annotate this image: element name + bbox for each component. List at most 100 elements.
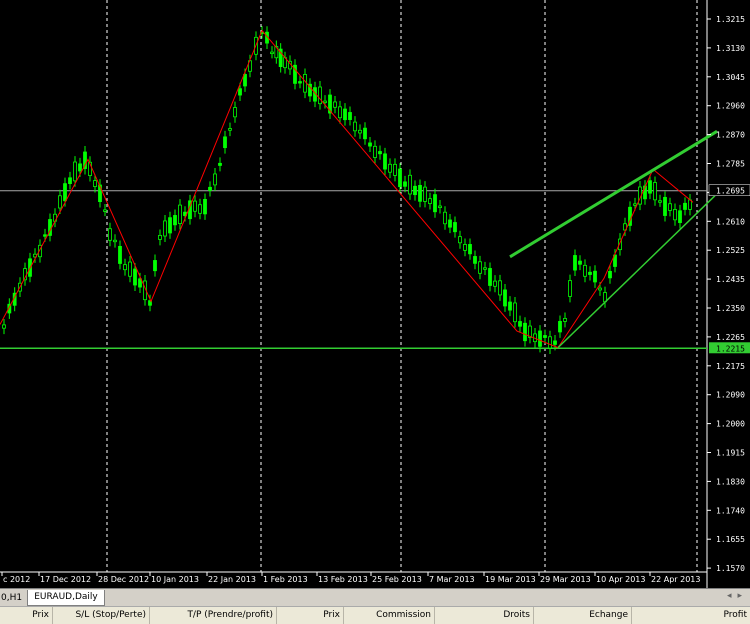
channel-upper-line	[509, 130, 718, 259]
candle-body	[553, 340, 557, 345]
candle-body	[608, 270, 612, 279]
col-stop-loss[interactable]: S/L (Stop/Perte)	[53, 607, 150, 624]
candle-body	[433, 194, 437, 213]
candle-body	[578, 260, 582, 265]
time-tick-label: 10 Jan 2013	[151, 575, 199, 584]
candle-body	[483, 267, 487, 270]
price-tick-label: 1.2785	[716, 160, 745, 169]
candle-body	[323, 100, 327, 104]
candle-body	[353, 121, 357, 132]
candle-body	[458, 236, 462, 244]
candle-body	[168, 217, 172, 234]
candle-body	[378, 151, 382, 155]
candle-body	[443, 211, 447, 225]
candle-body	[573, 255, 577, 271]
candle-body	[43, 234, 47, 237]
candle-body	[658, 200, 662, 203]
candle-body	[73, 161, 77, 182]
candle-body	[548, 336, 552, 349]
candle-body	[223, 136, 227, 149]
candle-body	[368, 142, 372, 147]
candle-body	[348, 112, 352, 120]
candle-body	[398, 168, 402, 188]
price-chart[interactable]: 1.3215 1.3130 1.3045 1.2960 1.2870 1.2785 1.26…	[0, 0, 750, 588]
candle-body	[113, 239, 117, 243]
candle-body	[568, 280, 572, 297]
col-echange[interactable]: Echange	[534, 607, 632, 624]
candle-body	[678, 210, 682, 224]
candle-body	[673, 209, 677, 221]
time-tick-label: 22 Apr 2013	[651, 575, 700, 584]
candle-body	[363, 127, 367, 140]
candle-body	[468, 244, 472, 255]
price-tick-label: 1.2350	[716, 304, 745, 313]
candle-body	[123, 264, 127, 271]
candle-body	[158, 234, 162, 240]
col-take-profit[interactable]: T/P (Prendre/profit)	[150, 607, 277, 624]
current-price-label: 1.2695	[716, 187, 745, 196]
price-tick-label: 1.2870	[716, 131, 745, 140]
candle-body	[108, 228, 112, 241]
candle-body	[333, 101, 337, 108]
candle-body	[243, 74, 247, 87]
tab-scroll-arrows[interactable]: ◂▸	[727, 591, 748, 601]
scroll-right-icon[interactable]: ▸	[737, 591, 748, 601]
candle-body	[538, 330, 542, 347]
candle-body	[563, 318, 567, 322]
candle-body	[478, 261, 482, 274]
price-tick-label: 1.2525	[716, 246, 745, 255]
price-tick-label: 1.2960	[716, 102, 745, 111]
price-tick-label: 1.2090	[716, 391, 745, 400]
time-tick-label: 22 Jan 2013	[208, 575, 256, 584]
candle-body	[298, 81, 302, 84]
candle-body	[63, 183, 67, 202]
candle-body	[508, 301, 512, 311]
candle-body	[58, 195, 62, 209]
candle-body	[78, 163, 82, 172]
price-tick-label: 1.3045	[716, 73, 745, 82]
candle-body	[128, 261, 132, 277]
candle-body	[493, 280, 497, 287]
col-prix-2[interactable]: Prix	[277, 607, 344, 624]
candle-body	[358, 129, 362, 134]
candle-body	[408, 174, 412, 195]
candle-body	[513, 302, 517, 323]
scroll-left-icon[interactable]: ◂	[727, 591, 738, 601]
candle-body	[583, 264, 587, 277]
candle-body	[598, 287, 602, 291]
candle-body	[163, 220, 167, 237]
candle-body	[523, 322, 527, 342]
price-tick-label: 1.1915	[716, 449, 745, 458]
col-commission[interactable]: Commission	[344, 607, 435, 624]
candle-body	[593, 270, 597, 283]
candle-body	[228, 128, 232, 131]
candle-body	[343, 108, 347, 121]
chart-tabs: 0,H1 EURAUD,Daily ◂▸	[0, 588, 750, 607]
price-tick-label: 1.1570	[716, 564, 745, 573]
candle-body	[648, 180, 652, 194]
candle-body	[448, 219, 452, 228]
candle-body	[438, 205, 442, 209]
col-prix[interactable]: Prix	[0, 607, 53, 624]
col-droits[interactable]: Droits	[435, 607, 534, 624]
time-tick-label: 25 Feb 2013	[372, 575, 422, 584]
candle-body	[2, 324, 6, 329]
price-tick-label: 1.2610	[716, 217, 745, 226]
candle-body	[518, 321, 522, 327]
candle-body	[688, 199, 692, 210]
price-tick-label: 1.2175	[716, 362, 745, 371]
time-tick-label: 28 Dec 2012	[98, 575, 149, 584]
support-price-label: 1.2215	[716, 344, 745, 353]
candle-body	[388, 163, 392, 173]
candle-body	[208, 186, 212, 191]
col-profit[interactable]: Profit	[632, 607, 750, 624]
tab-h1[interactable]: 0,H1	[0, 591, 25, 605]
candle-body	[588, 271, 592, 275]
zigzag-indicator	[0, 29, 694, 349]
candle-body	[403, 181, 407, 187]
candle-body	[193, 200, 197, 212]
time-tick-label: 1 Feb 2013	[263, 575, 308, 584]
candle-body	[558, 321, 562, 333]
tab-euraud-daily[interactable]: EURAUD,Daily	[27, 590, 105, 606]
candle-body	[103, 209, 107, 212]
